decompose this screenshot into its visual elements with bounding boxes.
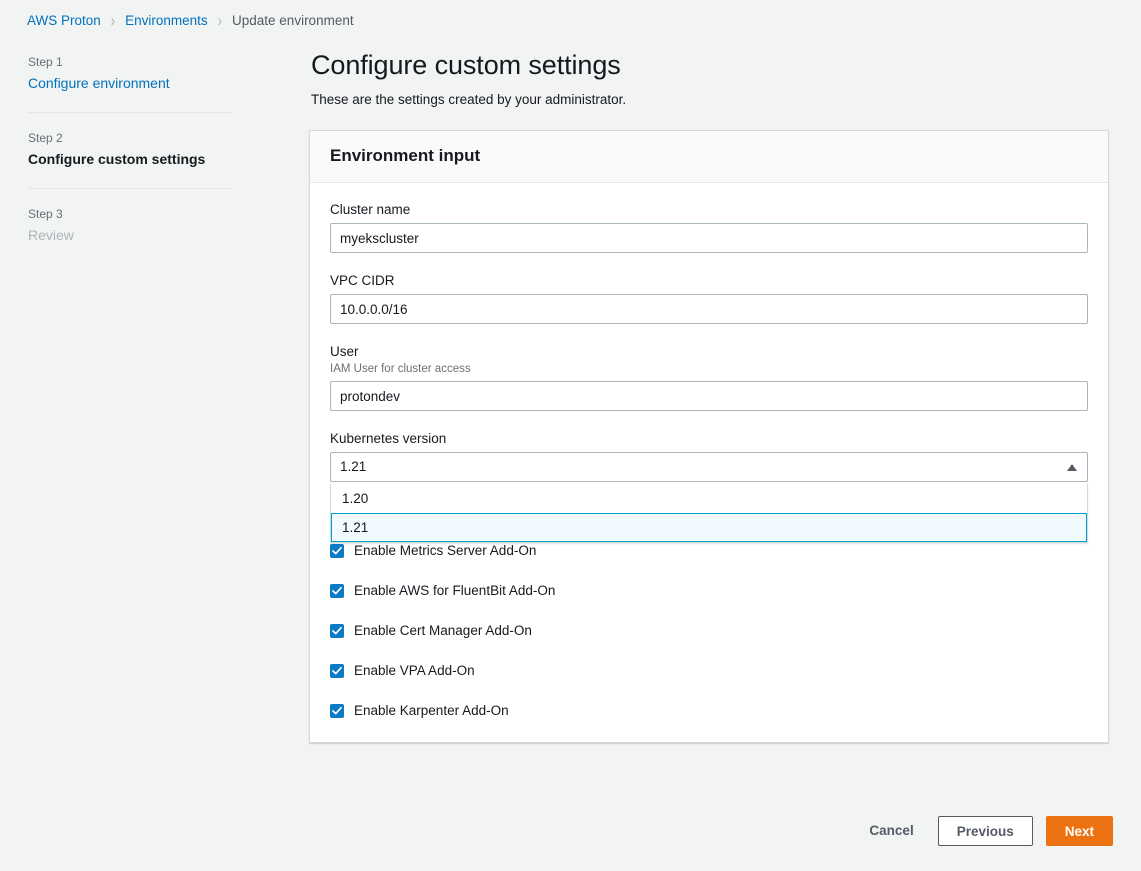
checkbox-checked-icon[interactable] — [330, 704, 344, 718]
checkbox-row-karpenter[interactable]: Enable Karpenter Add-On — [330, 702, 1088, 720]
user-input[interactable] — [330, 381, 1088, 411]
kubernetes-version-options-list: 1.20 1.21 — [330, 484, 1088, 543]
main-content: Configure custom settings These are the … — [309, 48, 1113, 743]
wizard-step-3: Step 3 Review — [28, 206, 233, 247]
checkbox-row-vpa[interactable]: Enable VPA Add-On — [330, 662, 1088, 680]
checkbox-checked-icon[interactable] — [330, 584, 344, 598]
kubernetes-version-option-1-21[interactable]: 1.21 — [331, 513, 1087, 542]
card-body: Cluster name VPC CIDR User IAM User for … — [310, 183, 1108, 742]
chevron-up-icon — [1067, 464, 1077, 471]
card-header: Environment input — [310, 131, 1108, 183]
field-vpc-cidr: VPC CIDR — [330, 272, 1088, 324]
checkbox-label-vpa[interactable]: Enable VPA Add-On — [354, 662, 475, 680]
breadcrumb-item-environments[interactable]: Environments — [125, 12, 208, 30]
checkbox-checked-icon[interactable] — [330, 624, 344, 638]
checkbox-label-karpenter[interactable]: Enable Karpenter Add-On — [354, 702, 509, 720]
cluster-name-input[interactable] — [330, 223, 1088, 253]
breadcrumb-separator-icon: › — [111, 10, 115, 33]
wizard-step-1-number: Step 1 — [28, 54, 233, 71]
vpc-cidr-label: VPC CIDR — [330, 272, 1088, 290]
checkbox-checked-icon[interactable] — [330, 664, 344, 678]
checkbox-row-metrics-server[interactable]: Enable Metrics Server Add-On — [330, 542, 1088, 560]
kubernetes-version-select[interactable]: 1.21 1.20 1.21 — [330, 452, 1088, 482]
breadcrumb-item-update-environment: Update environment — [232, 12, 354, 30]
wizard-step-2-title: Configure custom settings — [28, 150, 233, 169]
wizard-step-3-number: Step 3 — [28, 206, 233, 223]
user-description: IAM User for cluster access — [330, 362, 1088, 377]
kubernetes-version-label: Kubernetes version — [330, 430, 1088, 448]
field-kubernetes-version: Kubernetes version 1.21 1.20 1.21 — [330, 430, 1088, 482]
field-user: User IAM User for cluster access — [330, 343, 1088, 411]
wizard-step-1-title[interactable]: Configure environment — [28, 74, 233, 93]
wizard-step-2: Step 2 Configure custom settings — [28, 130, 233, 171]
checkbox-row-cert-manager[interactable]: Enable Cert Manager Add-On — [330, 622, 1088, 640]
vpc-cidr-input[interactable] — [330, 294, 1088, 324]
user-label: User — [330, 343, 1088, 361]
next-button[interactable]: Next — [1046, 816, 1113, 846]
checkbox-label-cert-manager[interactable]: Enable Cert Manager Add-On — [354, 622, 532, 640]
page-title: Configure custom settings — [311, 48, 1113, 82]
previous-button[interactable]: Previous — [938, 816, 1033, 846]
cluster-name-label: Cluster name — [330, 201, 1088, 219]
environment-input-card: Environment input Cluster name VPC CIDR … — [309, 130, 1109, 743]
wizard-actions: Cancel Previous Next — [309, 816, 1113, 846]
field-cluster-name: Cluster name — [330, 201, 1088, 253]
breadcrumb: AWS Proton › Environments › Update envir… — [27, 12, 354, 30]
breadcrumb-item-aws-proton[interactable]: AWS Proton — [27, 12, 101, 30]
wizard-divider — [28, 188, 232, 189]
checkbox-row-aws-fluentbit[interactable]: Enable AWS for FluentBit Add-On — [330, 582, 1088, 600]
card-header-title: Environment input — [330, 145, 1088, 167]
breadcrumb-separator-icon: › — [218, 10, 222, 33]
wizard-step-1[interactable]: Step 1 Configure environment — [28, 54, 233, 95]
checkbox-label-metrics-server[interactable]: Enable Metrics Server Add-On — [354, 542, 536, 560]
page-subtitle: These are the settings created by your a… — [311, 91, 1113, 109]
checkbox-checked-icon[interactable] — [330, 544, 344, 558]
wizard-steps-navigation: Step 1 Configure environment Step 2 Conf… — [28, 54, 233, 247]
wizard-step-2-number: Step 2 — [28, 130, 233, 147]
cancel-button[interactable]: Cancel — [853, 816, 929, 846]
kubernetes-version-option-1-20[interactable]: 1.20 — [331, 484, 1087, 513]
addons-checkbox-group: Enable Metrics Server Add-On Enable AWS … — [330, 542, 1088, 720]
wizard-divider — [28, 112, 232, 113]
checkbox-label-aws-fluentbit[interactable]: Enable AWS for FluentBit Add-On — [354, 582, 555, 600]
wizard-step-3-title: Review — [28, 226, 233, 245]
kubernetes-version-selected-value: 1.21 — [340, 458, 1067, 476]
